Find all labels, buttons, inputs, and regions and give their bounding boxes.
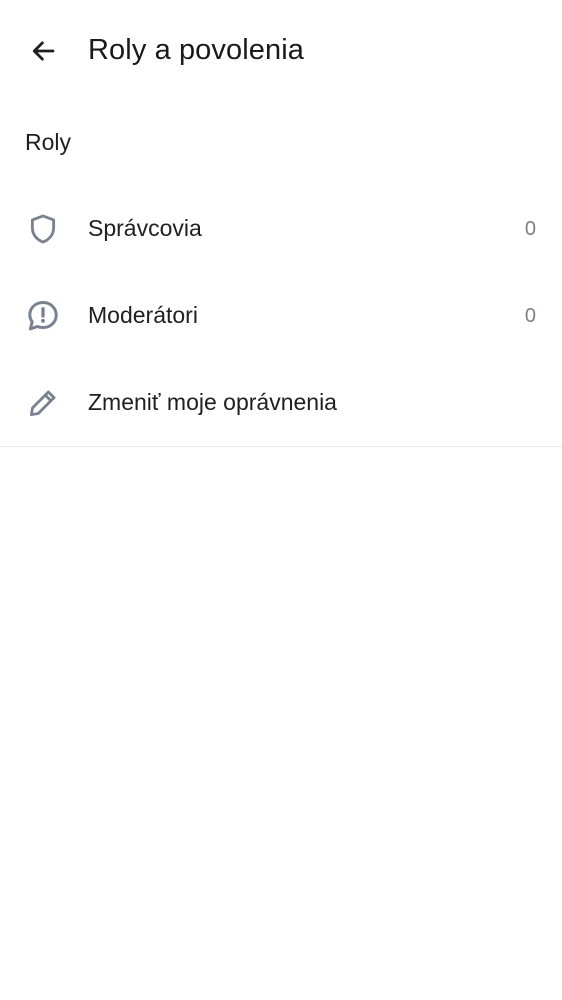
admins-label: Správcovia: [88, 215, 202, 241]
change-permissions-label: Zmeniť moje oprávnenia: [88, 389, 337, 415]
list-item-change-permissions[interactable]: Zmeniť moje oprávnenia: [0, 359, 562, 446]
page-title: Roly a povolenia: [88, 34, 305, 66]
admins-count: 0: [524, 218, 536, 240]
list-item-admins[interactable]: Správcovia 0: [0, 185, 562, 272]
section-header-roles: Roly: [25, 129, 72, 155]
divider: [0, 446, 562, 447]
pencil-icon: [24, 384, 62, 422]
list-item-moderators[interactable]: Moderátori 0: [0, 272, 562, 359]
app-bar: Roly a povolenia: [0, 0, 562, 100]
roles-list: Správcovia 0 Moderátori 0 Zmeniť moje op…: [0, 185, 562, 446]
moderators-count: 0: [524, 305, 536, 327]
shield-icon: [24, 210, 62, 248]
moderators-label: Moderátori: [88, 302, 198, 328]
arrow-back-icon: [32, 41, 55, 61]
alert-chat-bubble-icon: [24, 297, 62, 335]
back-button[interactable]: [20, 28, 66, 74]
